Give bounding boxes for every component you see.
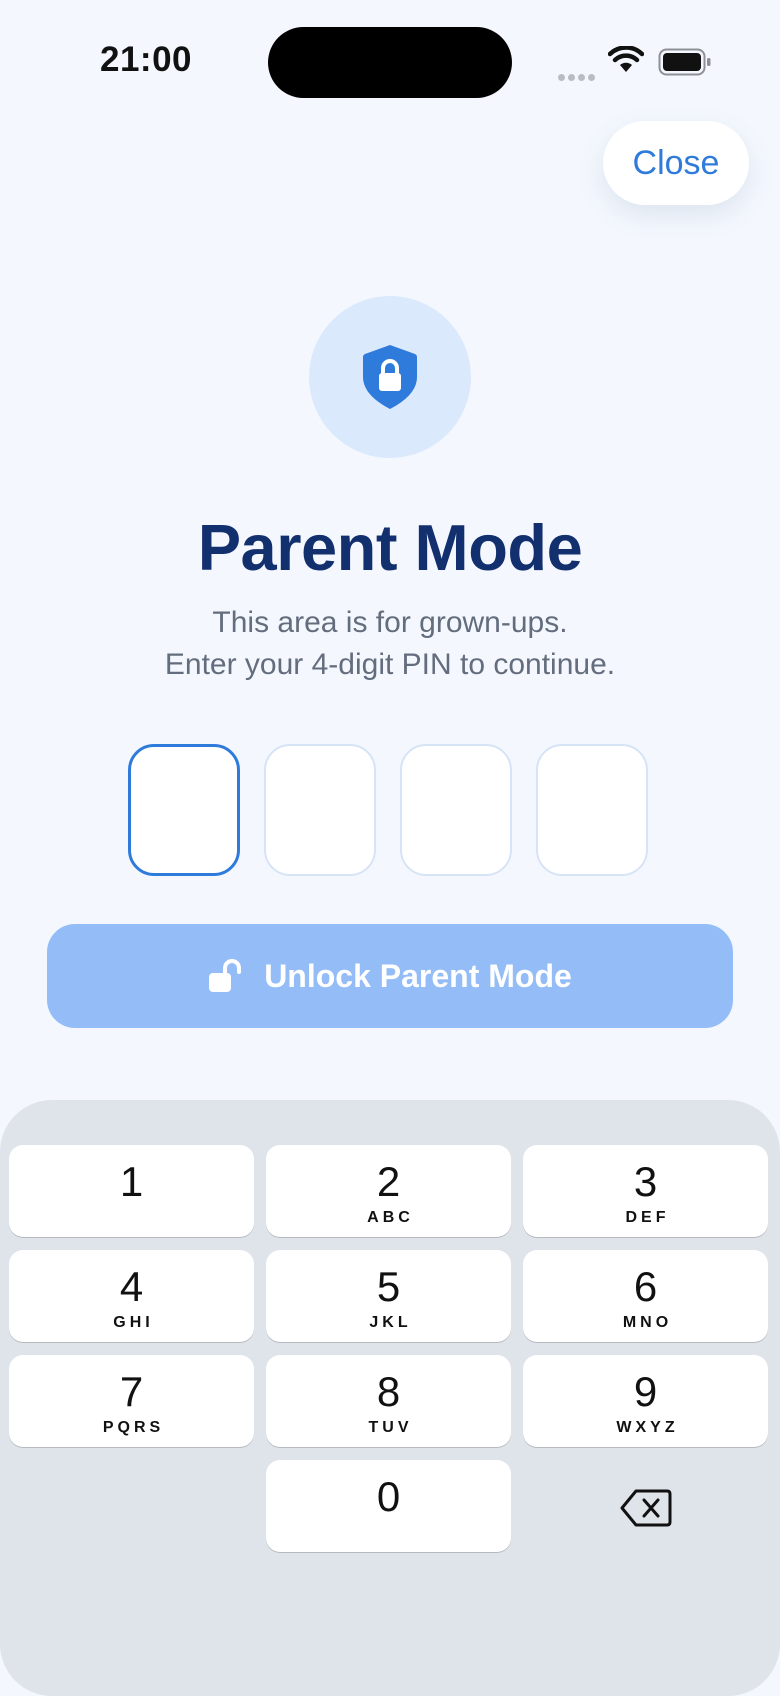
key-letters: DEF xyxy=(625,1209,670,1226)
key-digit: 2 xyxy=(376,1158,401,1205)
key-letters: WXYZ xyxy=(616,1419,679,1436)
key-8[interactable]: 8 TUV xyxy=(266,1355,511,1447)
dynamic-island xyxy=(268,27,512,98)
page-subtitle: This area is for grown-ups. Enter your 4… xyxy=(0,602,780,686)
key-digit: 0 xyxy=(376,1473,401,1520)
page-title: Parent Mode xyxy=(197,511,583,584)
pin-digit-2[interactable] xyxy=(264,744,376,876)
key-digit: 1 xyxy=(119,1158,144,1205)
close-button[interactable]: Close xyxy=(603,121,749,205)
key-letters: TUV xyxy=(368,1419,413,1436)
key-9[interactable]: 9 WXYZ xyxy=(523,1355,768,1447)
key-letters: MNO xyxy=(622,1314,673,1331)
key-6[interactable]: 6 MNO xyxy=(523,1250,768,1342)
key-1[interactable]: 1 xyxy=(9,1145,254,1237)
key-digit: 9 xyxy=(633,1368,658,1415)
key-digit: 8 xyxy=(376,1368,401,1415)
pin-digit-4[interactable] xyxy=(536,744,648,876)
key-letters: ABC xyxy=(367,1209,414,1226)
key-5[interactable]: 5 JKL xyxy=(266,1250,511,1342)
unlock-button-label: Unlock Parent Mode xyxy=(264,957,572,994)
key-0[interactable]: 0 xyxy=(266,1460,511,1552)
status-time: 21:00 xyxy=(100,40,193,79)
subtitle-line-1: This area is for grown-ups. xyxy=(212,606,568,639)
key-4[interactable]: 4 GHI xyxy=(9,1250,254,1342)
key-digit: 4 xyxy=(119,1263,144,1310)
wifi-icon xyxy=(608,46,644,72)
key-letters: GHI xyxy=(113,1314,154,1331)
subtitle-line-2: Enter your 4-digit PIN to continue. xyxy=(164,648,616,681)
key-2[interactable]: 2 ABC xyxy=(266,1145,511,1237)
key-letters: PQRS xyxy=(102,1419,165,1436)
key-digit: 3 xyxy=(633,1158,658,1205)
numeric-keypad: 1 2 ABC 3 DEF 4 GHI 5 JKL 6 MNO 7 PQRS 8… xyxy=(0,1100,780,1696)
unlock-parent-mode-button[interactable]: Unlock Parent Mode xyxy=(47,924,733,1028)
shield-icon-badge xyxy=(309,296,471,458)
unlock-icon xyxy=(209,959,242,992)
cellular-signal-icon xyxy=(558,68,598,86)
backspace-icon[interactable] xyxy=(620,1488,672,1528)
key-7[interactable]: 7 PQRS xyxy=(9,1355,254,1447)
pin-digit-3[interactable] xyxy=(400,744,512,876)
key-3[interactable]: 3 DEF xyxy=(523,1145,768,1237)
pin-digit-1[interactable] xyxy=(128,744,240,876)
battery-icon xyxy=(658,48,711,76)
shield-lock-icon xyxy=(363,345,417,409)
status-bar: 21:00 xyxy=(0,0,780,110)
key-digit: 5 xyxy=(376,1263,401,1310)
key-digit: 7 xyxy=(119,1368,144,1415)
key-digit: 6 xyxy=(633,1263,658,1310)
key-letters: JKL xyxy=(369,1314,412,1331)
